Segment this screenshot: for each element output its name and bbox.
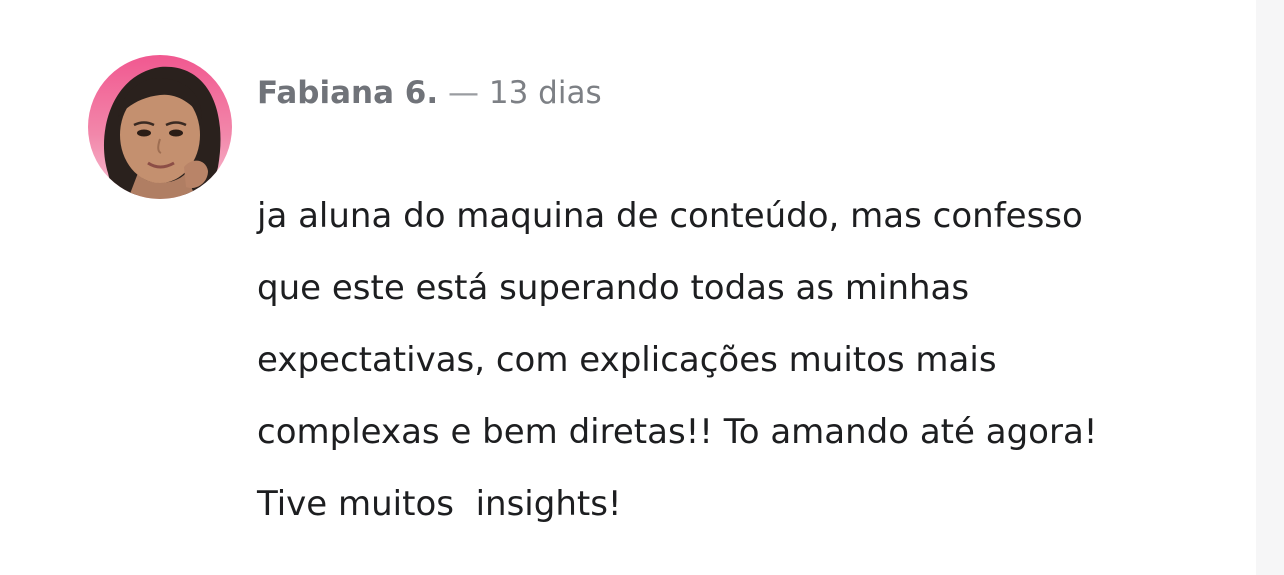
avatar-photo [88,55,232,199]
scrollbar-track[interactable] [1256,0,1284,575]
header-separator: — [438,75,489,111]
comment-text-line: ja aluna do maquina de conteúdo, mas con… [257,196,1083,236]
comment-text-line: que este está superando todas as minhas [257,268,970,308]
avatar[interactable] [88,55,232,199]
comment-text-line: expectativas, com explicações muitos mai… [257,340,997,380]
comment-text-line: complexas e bem diretas!! To amando até … [257,412,1098,452]
author-name[interactable]: Fabiana 6. [257,75,438,111]
comment-header: Fabiana 6. — 13 dias [257,73,602,113]
comment-timestamp: 13 dias [488,75,602,111]
comment-body: ja aluna do maquina de conteúdo, mas con… [257,180,1197,540]
comment-text-line: Tive muitos insights! [257,484,622,524]
